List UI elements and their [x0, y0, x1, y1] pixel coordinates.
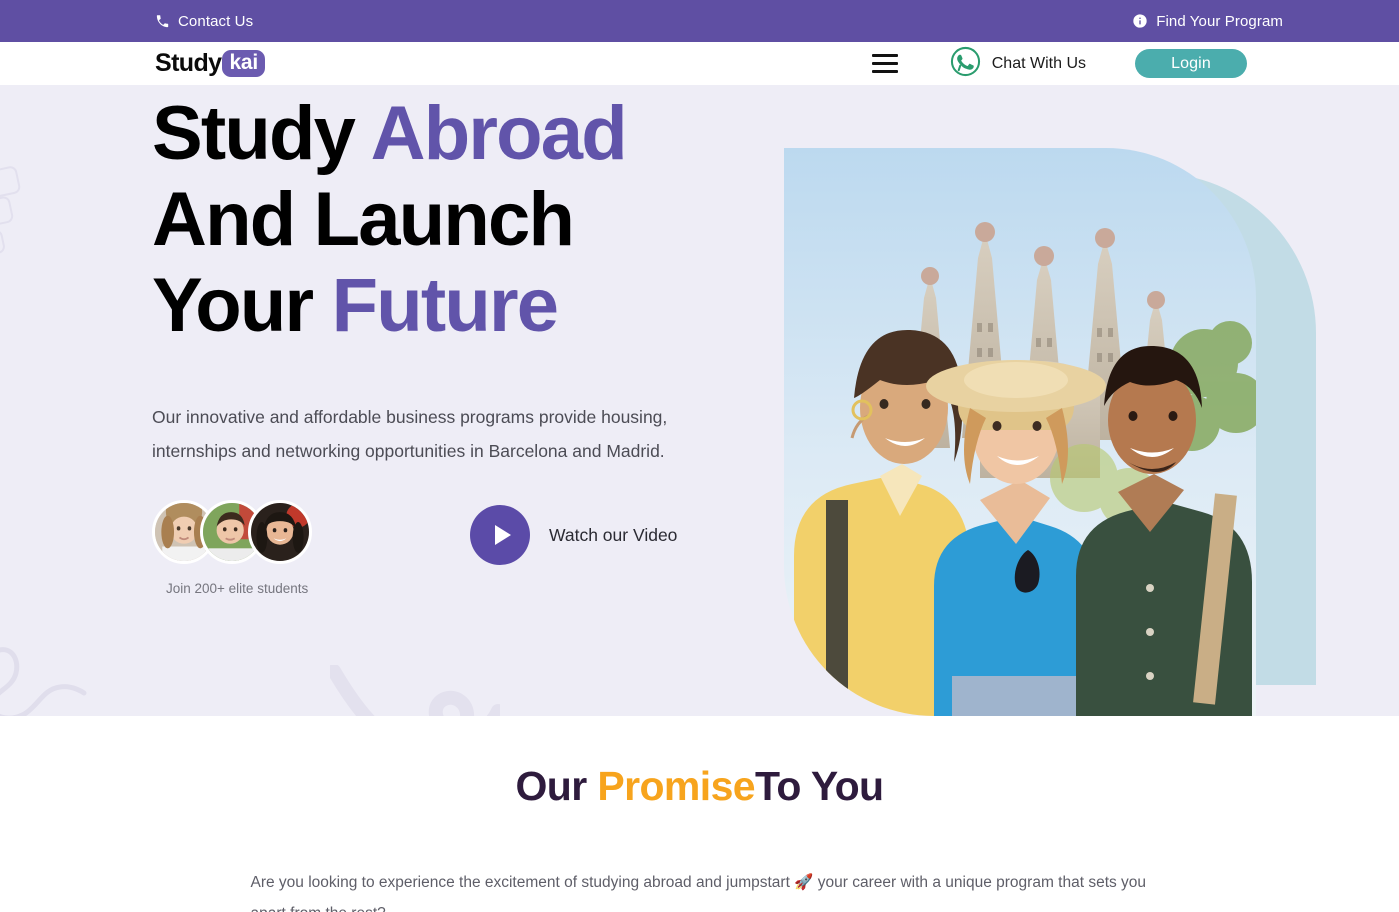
hero-title-line3-plain: Your	[152, 263, 332, 348]
promise-section: Our PromiseTo You Are you looking to exp…	[0, 716, 1399, 912]
promise-body: Are you looking to experience the excite…	[250, 874, 1147, 912]
avatars-caption: Join 200+ elite students	[166, 581, 309, 596]
login-button[interactable]: Login	[1135, 49, 1247, 78]
watch-video-button[interactable]: Watch our Video	[470, 505, 677, 565]
main-navbar: Study kai Chat With Us Login	[0, 42, 1399, 85]
logo-text: Study	[155, 49, 222, 77]
hero-subtitle: Our innovative and affordable business p…	[152, 407, 668, 461]
hero-title: Study Abroad And Launch Your Future	[152, 91, 792, 349]
hero-title-line1-plain: Study	[152, 91, 371, 176]
hero-social-proof: Join 200+ elite students Watch our Video	[152, 500, 677, 596]
whatsapp-icon	[950, 46, 981, 82]
contact-us-link[interactable]: Contact Us	[155, 13, 253, 30]
find-your-program-link[interactable]: Find Your Program	[1132, 13, 1283, 30]
hero-title-line3-accent: Future	[331, 263, 559, 348]
navbar-actions: Chat With Us Login	[871, 46, 1247, 82]
avatar	[248, 500, 312, 564]
promise-title-start: Our	[515, 763, 598, 809]
info-icon	[1132, 13, 1148, 29]
avatar-group	[152, 500, 452, 564]
logo-pill: kai	[222, 50, 266, 77]
chat-with-us-link[interactable]: Chat With Us	[950, 46, 1086, 82]
promise-title-end: To You	[755, 763, 884, 809]
watch-video-label: Watch our Video	[549, 524, 678, 545]
hamburger-bar	[871, 70, 898, 73]
hamburger-bar	[871, 62, 898, 65]
hamburger-bar	[871, 54, 898, 57]
hero-photo	[784, 148, 1256, 716]
phone-icon	[155, 14, 170, 29]
hero-title-line1-accent: Abroad	[370, 91, 628, 176]
hero-image-composition	[784, 148, 1316, 716]
chat-with-us-label: Chat With Us	[991, 54, 1086, 72]
hero-copy: Study Abroad And Launch Your Future Our …	[152, 91, 792, 468]
hero-title-line2: And Launch	[152, 177, 575, 262]
promise-title-accent: Promise	[597, 763, 755, 809]
play-icon	[470, 505, 530, 565]
find-your-program-label: Find Your Program	[1156, 12, 1283, 30]
hamburger-menu-icon[interactable]	[871, 54, 898, 73]
avatars-block: Join 200+ elite students	[152, 500, 452, 596]
top-utility-bar: Contact Us Find Your Program	[0, 0, 1399, 42]
promise-title: Our PromiseTo You	[0, 763, 1399, 810]
contact-us-label: Contact Us	[178, 12, 254, 30]
site-logo[interactable]: Study kai	[155, 49, 266, 78]
hero-section: Study Abroad And Launch Your Future Our …	[0, 85, 1399, 716]
